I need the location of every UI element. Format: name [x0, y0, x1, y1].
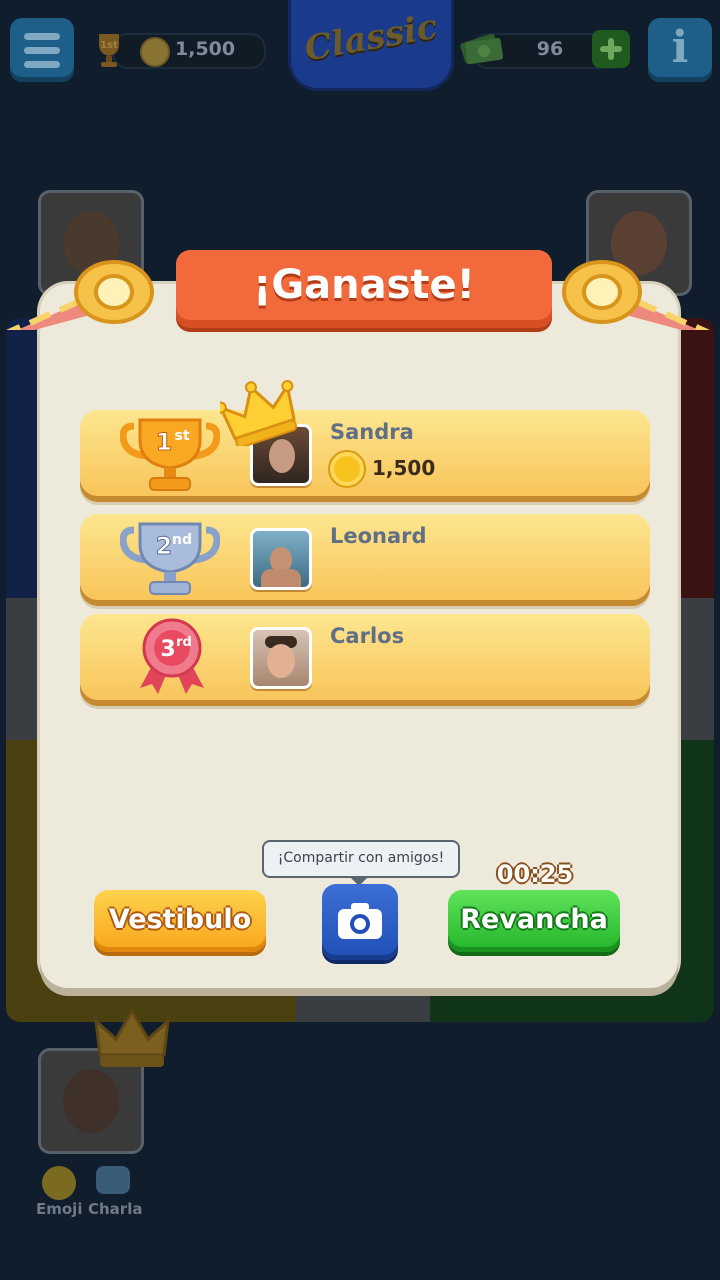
rematch-timer: 00:25 — [496, 860, 574, 888]
chat-label[interactable]: Charla — [88, 1200, 142, 1218]
rematch-button[interactable]: Revancha — [448, 890, 620, 952]
title-banner: ¡Ganaste! — [176, 250, 552, 328]
avatar[interactable] — [250, 528, 312, 590]
game-mode-tab: Classic — [288, 0, 454, 91]
info-button[interactable]: i — [648, 18, 712, 82]
rank-3-number: 3 — [160, 637, 175, 662]
coin-icon — [140, 37, 170, 67]
emoji-icon[interactable] — [42, 1166, 76, 1200]
ribbon-icon: 3 rd — [140, 618, 204, 694]
coin-icon — [328, 450, 366, 488]
rank-1-number: 1 — [156, 428, 173, 456]
rank-2-suffix: nd — [172, 532, 192, 548]
dialog-title: ¡Ganaste! — [253, 262, 475, 308]
player-name-2: Leonard — [330, 524, 427, 548]
silver-trophy-icon: 2 nd — [120, 522, 220, 595]
info-icon: i — [671, 22, 689, 73]
crown-icon — [220, 379, 298, 446]
coin-balance: 1,500 — [175, 38, 236, 60]
emoji-label[interactable]: Emoji — [36, 1200, 82, 1218]
rank-2-number: 2 — [156, 532, 173, 560]
share-camera-button[interactable] — [322, 884, 398, 960]
lobby-button[interactable]: Vestibulo — [94, 890, 266, 952]
share-tooltip: ¡Compartir con amigos! — [262, 840, 460, 886]
game-mode-title: Classic — [301, 6, 441, 70]
party-horn-icon — [562, 260, 710, 330]
cash-balance: 96 — [536, 38, 564, 60]
add-cash-button[interactable] — [592, 30, 630, 68]
trophy-icon: 1st — [99, 34, 119, 67]
menu-button[interactable] — [10, 18, 74, 82]
camera-icon — [338, 903, 382, 939]
menu-icon — [24, 33, 60, 40]
prize-amount-1: 1,500 — [372, 456, 436, 480]
crown-icon — [94, 1007, 170, 1067]
cash-icon — [460, 33, 503, 65]
rank-3-suffix: rd — [176, 635, 192, 650]
rank-1-suffix: st — [174, 428, 189, 444]
avatar[interactable] — [250, 627, 312, 689]
player-name-3: Carlos — [330, 624, 405, 648]
chat-icon[interactable] — [96, 1166, 130, 1194]
party-horn-icon — [6, 260, 154, 330]
rank-badge-text: 1st — [100, 40, 118, 51]
player-name-1: Sandra — [330, 420, 414, 444]
gold-trophy-icon: 1 st — [120, 418, 220, 491]
